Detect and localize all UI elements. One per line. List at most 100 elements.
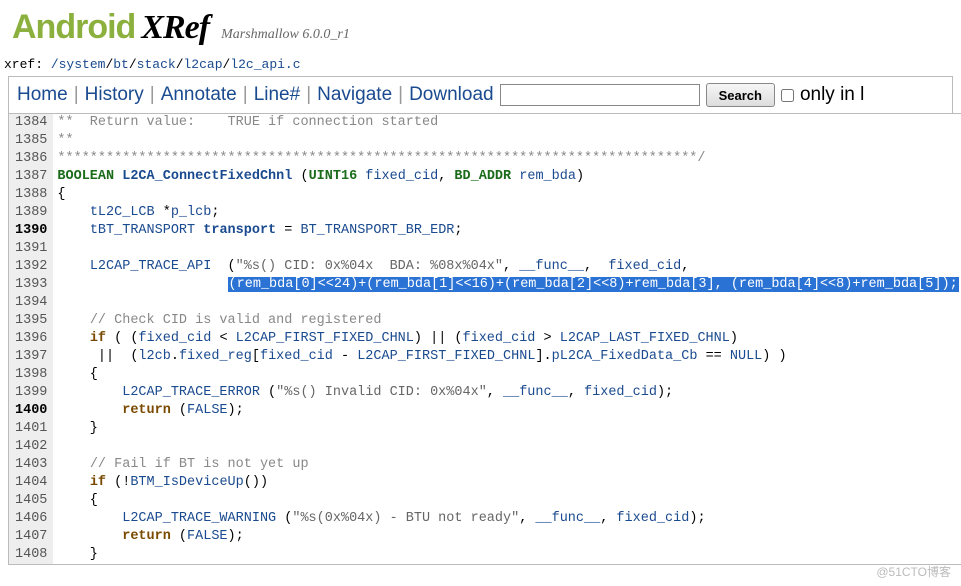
- line-number[interactable]: 1403: [9, 456, 54, 474]
- line-number[interactable]: 1388: [9, 186, 54, 204]
- code-line[interactable]: if (!BTM_IsDeviceUp()): [53, 474, 961, 492]
- code-row: 1400 return (FALSE);: [9, 402, 961, 420]
- nav-sep: |: [398, 84, 403, 106]
- line-number[interactable]: 1384: [9, 114, 54, 133]
- line-number[interactable]: 1406: [9, 510, 54, 528]
- line-number[interactable]: 1387: [9, 168, 54, 186]
- line-number[interactable]: 1395: [9, 312, 54, 330]
- line-number[interactable]: 1385: [9, 132, 54, 150]
- code-row: 1408 }: [9, 546, 961, 565]
- code-line[interactable]: {: [53, 366, 961, 384]
- line-number[interactable]: 1389: [9, 204, 54, 222]
- code-line[interactable]: // Check CID is valid and registered: [53, 312, 961, 330]
- xref-sep: /: [176, 57, 184, 72]
- watermark: @51CTO博客: [876, 563, 951, 580]
- line-number[interactable]: 1405: [9, 492, 54, 510]
- code-line[interactable]: (rem_bda[0]<<24)+(rem_bda[1]<<16)+(rem_b…: [53, 276, 961, 294]
- code-row: 1404 if (!BTM_IsDeviceUp()): [9, 474, 961, 492]
- nav-history[interactable]: History: [85, 84, 144, 106]
- only-in-checkbox[interactable]: [781, 89, 794, 102]
- line-number[interactable]: 1393: [9, 276, 54, 294]
- code-row: 1399 L2CAP_TRACE_ERROR ("%s() Invalid CI…: [9, 384, 961, 402]
- xref-segment[interactable]: stack: [137, 57, 176, 72]
- code-row: 1394: [9, 294, 961, 312]
- xref-segment[interactable]: l2c_api.c: [230, 57, 300, 72]
- line-number[interactable]: 1404: [9, 474, 54, 492]
- code-line[interactable]: L2CAP_TRACE_WARNING ("%s(0x%04x) - BTU n…: [53, 510, 961, 528]
- code-line[interactable]: }: [53, 420, 961, 438]
- code-line[interactable]: L2CAP_TRACE_ERROR ("%s() Invalid CID: 0x…: [53, 384, 961, 402]
- nav-line[interactable]: Line#: [254, 84, 301, 106]
- search-input[interactable]: [500, 84, 700, 106]
- toolbar: Home | History | Annotate | Line# | Navi…: [8, 76, 953, 113]
- line-number[interactable]: 1386: [9, 150, 54, 168]
- line-number[interactable]: 1402: [9, 438, 54, 456]
- code-line[interactable]: // Fail if BT is not yet up: [53, 456, 961, 474]
- code-row: 1405 {: [9, 492, 961, 510]
- xref-segment[interactable]: /: [51, 57, 59, 72]
- code-line[interactable]: [53, 438, 961, 456]
- code-row: 1396 if ( (fixed_cid < L2CAP_FIRST_FIXED…: [9, 330, 961, 348]
- code-row: 1385**: [9, 132, 961, 150]
- code-line[interactable]: if ( (fixed_cid < L2CAP_FIRST_FIXED_CHNL…: [53, 330, 961, 348]
- line-number[interactable]: 1394: [9, 294, 54, 312]
- xref-segment[interactable]: l2cap: [184, 57, 223, 72]
- code-row: 1389 tL2C_LCB *p_lcb;: [9, 204, 961, 222]
- nav-home[interactable]: Home: [17, 84, 68, 106]
- xref-segment[interactable]: bt: [113, 57, 129, 72]
- nav-sep: |: [74, 84, 79, 106]
- code-line[interactable]: [53, 294, 961, 312]
- line-number[interactable]: 1397: [9, 348, 54, 366]
- code-line[interactable]: ****************************************…: [53, 150, 961, 168]
- code-row: 1403 // Fail if BT is not yet up: [9, 456, 961, 474]
- code-row: 1398 {: [9, 366, 961, 384]
- code-row: 1392 L2CAP_TRACE_API ("%s() CID: 0x%04x …: [9, 258, 961, 276]
- nav-navigate[interactable]: Navigate: [317, 84, 392, 106]
- code-line[interactable]: ** Return value: TRUE if connection star…: [53, 114, 961, 133]
- code-line[interactable]: || (l2cb.fixed_reg[fixed_cid - L2CAP_FIR…: [53, 348, 961, 366]
- xref-sep: /: [129, 57, 137, 72]
- code-line[interactable]: return (FALSE);: [53, 402, 961, 420]
- line-number[interactable]: 1399: [9, 384, 54, 402]
- code-row: 1387BOOLEAN L2CA_ConnectFixedChnl (UINT1…: [9, 168, 961, 186]
- page-header: Android XRef Marshmallow 6.0.0_r1: [0, 0, 961, 51]
- line-number[interactable]: 1401: [9, 420, 54, 438]
- search-button[interactable]: Search: [706, 83, 775, 107]
- xref-segment[interactable]: system: [59, 57, 106, 72]
- code-line[interactable]: **: [53, 132, 961, 150]
- logo-xref-text: XRef: [141, 9, 209, 47]
- code-line[interactable]: tBT_TRANSPORT transport = BT_TRANSPORT_B…: [53, 222, 961, 240]
- xref-path: xref: /system/bt/stack/l2cap/l2c_api.c: [0, 51, 961, 76]
- code-line[interactable]: L2CAP_TRACE_API ("%s() CID: 0x%04x BDA: …: [53, 258, 961, 276]
- only-in-label: only in l: [800, 84, 864, 106]
- code-row: 1401 }: [9, 420, 961, 438]
- code-line[interactable]: [53, 240, 961, 258]
- line-number[interactable]: 1392: [9, 258, 54, 276]
- code-row: 1395 // Check CID is valid and registere…: [9, 312, 961, 330]
- line-number[interactable]: 1398: [9, 366, 54, 384]
- line-number[interactable]: 1407: [9, 528, 54, 546]
- code-line[interactable]: {: [53, 492, 961, 510]
- nav-sep: |: [306, 84, 311, 106]
- nav-sep: |: [243, 84, 248, 106]
- line-number[interactable]: 1400: [9, 402, 54, 420]
- code-row: 1390 tBT_TRANSPORT transport = BT_TRANSP…: [9, 222, 961, 240]
- code-listing: 1384** Return value: TRUE if connection …: [8, 113, 961, 565]
- line-number[interactable]: 1396: [9, 330, 54, 348]
- line-number[interactable]: 1390: [9, 222, 54, 240]
- line-number[interactable]: 1391: [9, 240, 54, 258]
- code-line[interactable]: {: [53, 186, 961, 204]
- code-line[interactable]: return (FALSE);: [53, 528, 961, 546]
- code-row: 1393 (rem_bda[0]<<24)+(rem_bda[1]<<16)+(…: [9, 276, 961, 294]
- code-row: 1391: [9, 240, 961, 258]
- nav-annotate[interactable]: Annotate: [161, 84, 237, 106]
- code-row: 1384** Return value: TRUE if connection …: [9, 114, 961, 133]
- line-number[interactable]: 1408: [9, 546, 54, 565]
- code-line[interactable]: BOOLEAN L2CA_ConnectFixedChnl (UINT16 fi…: [53, 168, 961, 186]
- code-row: 1397 || (l2cb.fixed_reg[fixed_cid - L2CA…: [9, 348, 961, 366]
- code-line[interactable]: tL2C_LCB *p_lcb;: [53, 204, 961, 222]
- code-line[interactable]: }: [53, 546, 961, 565]
- nav-download[interactable]: Download: [409, 84, 494, 106]
- logo-android-text: Android: [12, 8, 135, 47]
- logo-version: Marshmallow 6.0.0_r1: [221, 27, 350, 43]
